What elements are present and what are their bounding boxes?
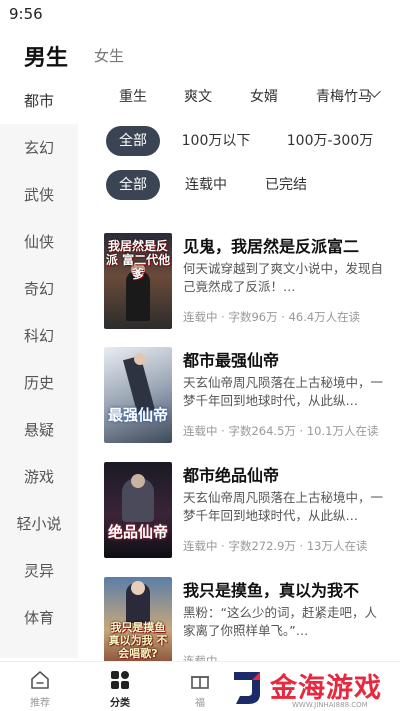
filter-status-completed[interactable]: 已完结 — [256, 170, 316, 200]
book-cover: 我居然是反派 富二代他爹 — [104, 233, 172, 329]
filter-word-1m-3m[interactable]: 100万-300万 — [280, 126, 380, 156]
nav-label: 推荐 — [30, 698, 50, 709]
book-description: 何天诚穿越到了爽文小说中，发现自己竟然成了反派！… — [183, 261, 383, 294]
subcategory-rebirth[interactable]: 重生 — [119, 86, 147, 106]
sidebar-item-supernatural[interactable]: 灵异 — [0, 548, 78, 594]
sidebar-item-mystery[interactable]: 悬疑 — [0, 407, 78, 453]
nav-label: 分类 — [110, 698, 130, 709]
sidebar-item-sports[interactable]: 体育 — [0, 595, 78, 641]
cover-title: 我只是摸鱼 真以为我 不会唱歌? — [108, 621, 168, 660]
filter-status-ongoing[interactable]: 连载中 — [176, 170, 236, 200]
book-item[interactable]: 我居然是反派 富二代他爹 见鬼，我居然是反派富二 何天诚穿越到了爽文小说中，发现… — [104, 233, 400, 333]
book-cover: 我只是摸鱼 真以为我 不会唱歌? — [104, 577, 172, 673]
filter-word-all[interactable]: 全部 — [106, 126, 160, 156]
book-title: 见鬼，我居然是反派富二 — [183, 237, 360, 256]
tab-male[interactable]: 男生 — [24, 40, 68, 72]
gift-icon — [191, 676, 209, 689]
watermark-j-icon — [234, 672, 260, 704]
filter-status-all[interactable]: 全部 — [106, 170, 160, 200]
gender-tabs: 男生 女生 — [0, 38, 400, 74]
sidebar-item-urban[interactable]: 都市 — [0, 78, 78, 124]
watermark-text: 金海游戏 — [270, 673, 382, 704]
book-item[interactable]: 最强仙帝 都市最强仙帝 天玄仙帝周凡陨落在上古秘境中，一梦千年回到地球时代，从此… — [104, 347, 400, 447]
sidebar-item-scifi[interactable]: 科幻 — [0, 313, 78, 359]
status-bar: 9:56 — [0, 0, 400, 28]
word-count-filter: 全部 100万以下 100万-300万 — [100, 126, 400, 158]
sidebar-item-games[interactable]: 游戏 — [0, 454, 78, 500]
nav-category[interactable]: 分类 — [80, 662, 160, 711]
watermark-logo: 金海游戏 WWW.JINHAI888.COM — [222, 664, 400, 711]
book-cover: 绝品仙帝 — [104, 462, 172, 558]
book-meta: 连载中 · 字数264.5万 · 10.1万人在读 — [183, 424, 379, 438]
book-meta: 连载中 · 字数96万 · 46.4万人在读 — [183, 310, 361, 324]
cover-title: 绝品仙帝 — [107, 523, 168, 541]
sidebar-item-xuanhuan[interactable]: 玄幻 — [0, 125, 78, 171]
filter-word-under-1m[interactable]: 100万以下 — [176, 126, 256, 156]
cover-title: 最强仙帝 — [107, 406, 168, 424]
book-description: 天玄仙帝周凡陨落在上古秘境中，一梦千年回到地球时代，从此纵… — [183, 490, 383, 523]
status-time: 9:56 — [9, 5, 43, 23]
subcategory-son-in-law[interactable]: 女婿 — [250, 86, 278, 106]
sidebar-item-light-novel[interactable]: 轻小说 — [0, 501, 78, 547]
book-title: 都市最强仙帝 — [183, 351, 280, 370]
subcategory-shuangwen[interactable]: 爽文 — [184, 86, 212, 106]
book-description: 天玄仙帝周凡陨落在上古秘境中，一梦千年回到地球时代，从此纵… — [183, 375, 383, 408]
watermark-url: WWW.JINHAI888.COM — [292, 701, 368, 709]
book-title: 都市绝品仙帝 — [183, 466, 280, 485]
sidebar-item-wuxia[interactable]: 武侠 — [0, 172, 78, 218]
category-grid-icon — [111, 671, 129, 689]
book-meta: 连载中 · 字数272.9万 · 13万人在读 — [183, 539, 368, 553]
home-icon — [31, 671, 49, 689]
cover-title: 我居然是反派 富二代他爹 — [105, 239, 171, 281]
sidebar-item-history[interactable]: 历史 — [0, 360, 78, 406]
book-item[interactable]: 绝品仙帝 都市绝品仙帝 天玄仙帝周凡陨落在上古秘境中，一梦千年回到地球时代，从此… — [104, 462, 400, 562]
tab-female[interactable]: 女生 — [94, 45, 124, 66]
subcategory-childhood-sweethearts[interactable]: 青梅竹马 — [316, 86, 372, 106]
sidebar-item-fantasy[interactable]: 奇幻 — [0, 266, 78, 312]
category-sidebar: 都市 玄幻 武侠 仙侠 奇幻 科幻 历史 悬疑 游戏 轻小说 灵异 体育 — [0, 78, 78, 658]
sidebar-item-xianxia[interactable]: 仙侠 — [0, 219, 78, 265]
status-filter: 全部 连载中 已完结 — [100, 170, 400, 202]
book-cover: 最强仙帝 — [104, 347, 172, 443]
book-title: 我只是摸鱼，真以为我不 — [183, 581, 360, 600]
book-description: 黑粉：“这么少的词，赶紧走吧，人家离了你照样单飞。”… — [183, 605, 377, 638]
nav-recommend[interactable]: 推荐 — [0, 662, 80, 711]
subcategory-row: 重生 爽文 女婿 青梅竹马 — [100, 80, 400, 110]
